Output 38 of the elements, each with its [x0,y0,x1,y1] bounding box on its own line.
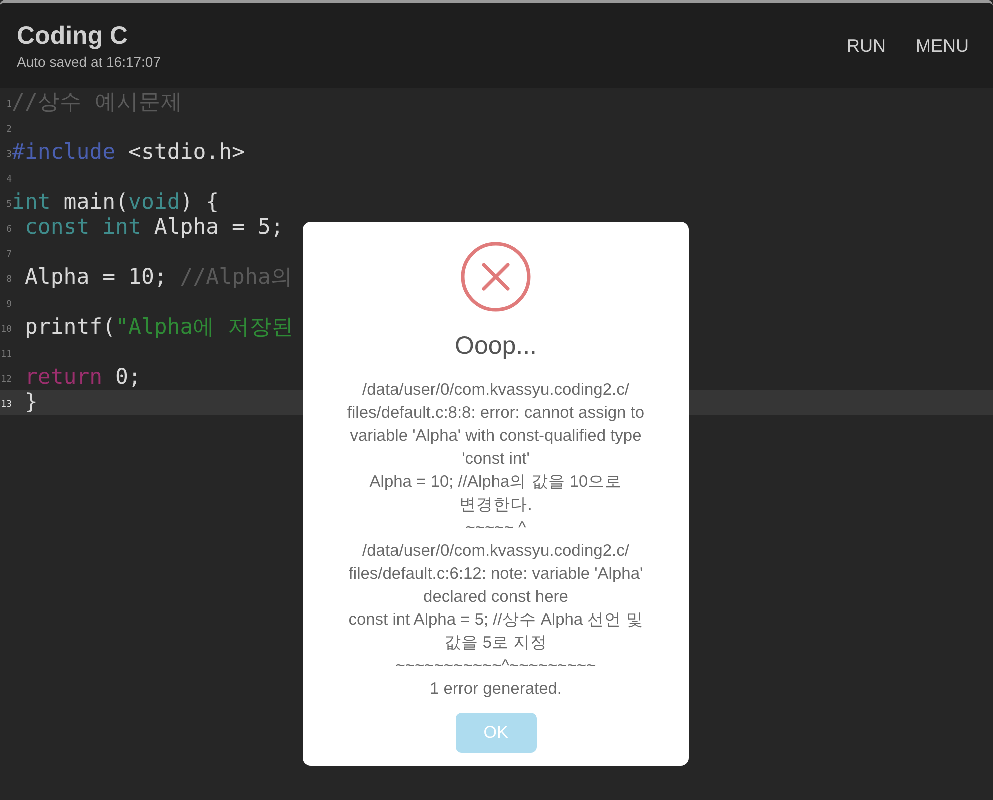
error-message-line: 1 error generated. [430,679,562,700]
line-number: 11 [0,348,12,362]
error-message-line: 'const int' [462,449,530,470]
app-title: Coding C [17,21,130,51]
line-number: 6 [6,224,12,237]
error-message-line: variable 'Alpha' with const-qualified type [350,426,642,447]
error-message-line: ~~~~~~~~~~~^~~~~~~~~~ [396,656,596,677]
error-message-line: ~~~~~ ^ [466,518,526,539]
error-message-line: declared const here [424,587,568,608]
line-number: 1 [6,98,12,112]
line-number: 2 [6,124,12,137]
dialog-title: Ooop... [455,331,537,361]
line-number: 3 [6,148,12,162]
error-message-line: files/default.c:6:12: note: variable 'Alpha' [348,564,644,585]
code-line[interactable]: printf("Alpha에 저장된 [12,315,294,340]
line-number: 12 [0,374,12,387]
error-message-line: 변경한다. [460,495,532,516]
code-line[interactable]: return 0; [12,365,142,390]
line-number: 7 [6,248,12,262]
line-number: 8 [6,274,12,287]
error-message-line: 값을 5로 지정 [444,633,548,654]
line-number: 10 [0,324,12,337]
error-message-line: /data/user/0/com.kvassyu.coding2.c/ [362,541,630,562]
code-line[interactable]: const int Alpha = 5; [12,215,284,240]
error-message-line: Alpha = 10; //Alpha의 값을 10으로 [370,472,622,493]
line-number: 4 [6,174,12,187]
line-number: 5 [6,198,12,212]
code-line[interactable]: #include <stdio.h> [12,140,246,165]
line-number: 9 [6,298,12,312]
code-line[interactable]: } [12,390,38,415]
error-message-line: /data/user/0/com.kvassyu.coding2.c/ [362,380,630,401]
autosave-status: Auto saved at 16:17:07 [17,53,161,71]
error-message-line: files/default.c:8:8: error: cannot assign to [347,403,645,424]
code-line[interactable]: int main(void) { [12,190,220,215]
action-button[interactable]: MENU [916,33,969,60]
action-button[interactable]: RUN [847,33,886,60]
error-message-line: const int Alpha = 5; //상수 Alpha 선언 및 [348,610,644,631]
line-number: 13 [0,398,12,412]
